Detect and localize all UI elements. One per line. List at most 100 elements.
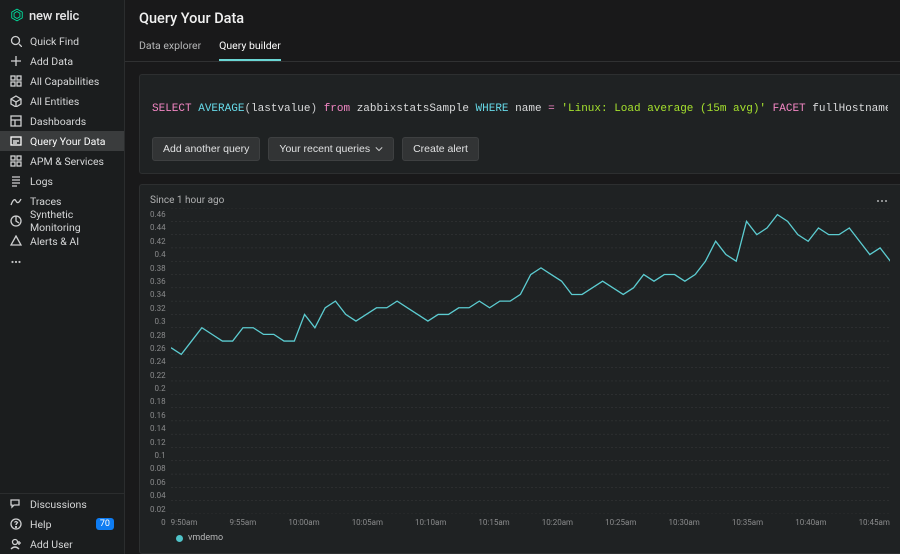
sidebar-item-quick-find[interactable]: Quick Find: [0, 31, 124, 51]
y-tick: 0.06: [150, 478, 166, 487]
nrql-func: AVERAGE: [198, 103, 244, 115]
y-tick: 0.02: [150, 505, 166, 514]
traces-icon: [10, 195, 22, 207]
tab-data-explorer[interactable]: Data explorer: [139, 33, 201, 61]
y-tick: 0: [161, 518, 166, 527]
sidebar-item-query-your-data[interactable]: Query Your Data: [0, 131, 124, 151]
create-alert-button[interactable]: Create alert: [402, 137, 479, 161]
legend-label: vmdemo: [188, 533, 223, 543]
nrql-from: from: [324, 103, 350, 115]
y-tick: 0.38: [150, 264, 166, 273]
y-tick: 0.36: [150, 277, 166, 286]
chart-menu-button[interactable]: [874, 193, 890, 208]
x-tick: 9:50am: [171, 518, 198, 527]
nav-label: Alerts & AI: [30, 235, 79, 248]
nav-label: Help: [30, 518, 52, 531]
x-tick: 10:00am: [288, 518, 319, 527]
y-tick: 0.32: [150, 304, 166, 313]
y-tick: 0.46: [150, 210, 166, 219]
recent-queries-button[interactable]: Your recent queries: [268, 137, 394, 161]
x-tick: 10:40am: [795, 518, 826, 527]
discussions-icon: [10, 498, 22, 510]
y-tick: 0.44: [150, 223, 166, 232]
page-title: Query Your Data: [125, 0, 900, 33]
nav-label: APM & Services: [30, 155, 104, 168]
main-content: Query Your Data Data explorer Query build…: [125, 0, 900, 554]
cube-icon: [10, 95, 22, 107]
x-tick: 10:35am: [732, 518, 763, 527]
chart-time-range: Since 1 hour ago: [150, 195, 224, 206]
nav-label: Dashboards: [30, 115, 86, 128]
tab-query-builder[interactable]: Query builder: [219, 33, 281, 61]
query-actions: Add another query Your recent queries Cr…: [152, 137, 888, 161]
nav-label: All Capabilities: [30, 75, 99, 88]
nav-label: Query Your Data: [30, 135, 105, 148]
chart-legend[interactable]: vmdemo: [150, 527, 890, 543]
sidebar-item-synthetic-monitoring[interactable]: Synthetic Monitoring: [0, 211, 124, 231]
x-tick: 10:05am: [352, 518, 383, 527]
nav-label: Quick Find: [30, 35, 79, 48]
nav-label: Synthetic Monitoring: [30, 208, 114, 234]
y-tick: 0.14: [150, 424, 166, 433]
ellipsis-icon: [876, 199, 888, 203]
nrql-arg: lastvalue: [251, 103, 310, 115]
sidebar-item-dashboards[interactable]: Dashboards: [0, 111, 124, 131]
sidebar-bottom-nav: Discussions Help 70 Add User: [0, 493, 124, 554]
nrql-string: 'Linux: Load average (15m avg)': [561, 103, 766, 115]
x-tick: 10:45am: [859, 518, 890, 527]
y-tick: 0.34: [150, 290, 166, 299]
help-icon: [10, 518, 22, 530]
legend-swatch: [176, 535, 183, 542]
chart-header: Since 1 hour ago: [150, 193, 890, 208]
grid-icon: [10, 75, 22, 87]
nrql-table: zabbixstatsSample: [357, 103, 469, 115]
x-tick: 10:10am: [415, 518, 446, 527]
nrql-facetfield: fullHostname: [812, 103, 888, 115]
nrql-select: SELECT: [152, 103, 192, 115]
y-tick: 0.4: [155, 250, 166, 259]
logs-icon: [10, 175, 22, 187]
button-label: Create alert: [413, 143, 468, 155]
sidebar-item-alerts-ai[interactable]: Alerts & AI: [0, 231, 124, 251]
chart-plot[interactable]: [171, 208, 890, 514]
chart-area: 0.460.440.420.40.380.360.340.320.30.280.…: [150, 208, 890, 527]
sidebar-item-all-entities[interactable]: All Entities: [0, 91, 124, 111]
sidebar-item-logs[interactable]: Logs: [0, 171, 124, 191]
nrql-facet: FACET: [773, 103, 806, 115]
y-tick: 0.2: [155, 384, 166, 393]
brand-name: new relic: [29, 9, 79, 24]
nav-label: Add Data: [30, 55, 73, 68]
sidebar-bottom-add-user[interactable]: Add User: [0, 534, 124, 554]
alerts-icon: [10, 235, 22, 247]
y-tick: 0.26: [150, 344, 166, 353]
nrql-editor[interactable]: SELECT AVERAGE(lastvalue) from zabbixsta…: [152, 103, 888, 115]
sidebar-item-apm-services[interactable]: APM & Services: [0, 151, 124, 171]
chevron-down-icon: [375, 145, 383, 153]
button-label: Your recent queries: [279, 143, 370, 155]
y-tick: 0.04: [150, 491, 166, 500]
newrelic-icon: [10, 8, 24, 25]
y-tick: 0.1: [155, 451, 166, 460]
nav-badge: 70: [96, 518, 114, 530]
sidebar-item-add-data[interactable]: Add Data: [0, 51, 124, 71]
add-another-query-button[interactable]: Add another query: [152, 137, 260, 161]
y-tick: 0.3: [155, 317, 166, 326]
brand-logo[interactable]: new relic: [0, 0, 124, 31]
sidebar: new relic Quick Find Add Data All Capabili…: [0, 0, 125, 554]
sidebar-bottom-help[interactable]: Help 70: [0, 514, 124, 534]
sidebar-more[interactable]: [0, 252, 124, 272]
sidebar-nav: Quick Find Add Data All Capabilities All En…: [0, 31, 124, 252]
search-icon: [10, 35, 22, 47]
nrql-rparen: ): [310, 103, 317, 115]
query-panel: SELECT AVERAGE(lastvalue) from zabbixsta…: [139, 74, 900, 174]
chart-x-axis: 9:50am9:55am10:00am10:05am10:10am10:15am…: [171, 514, 890, 527]
y-tick: 0.28: [150, 331, 166, 340]
x-tick: 10:30am: [668, 518, 699, 527]
nrql-eq: =: [548, 103, 555, 115]
nav-label: Traces: [30, 195, 61, 208]
sidebar-item-all-capabilities[interactable]: All Capabilities: [0, 71, 124, 91]
sidebar-bottom-discussions[interactable]: Discussions: [0, 494, 124, 514]
y-tick: 0.12: [150, 438, 166, 447]
plus-icon: [10, 55, 22, 67]
synthetic-icon: [10, 215, 22, 227]
